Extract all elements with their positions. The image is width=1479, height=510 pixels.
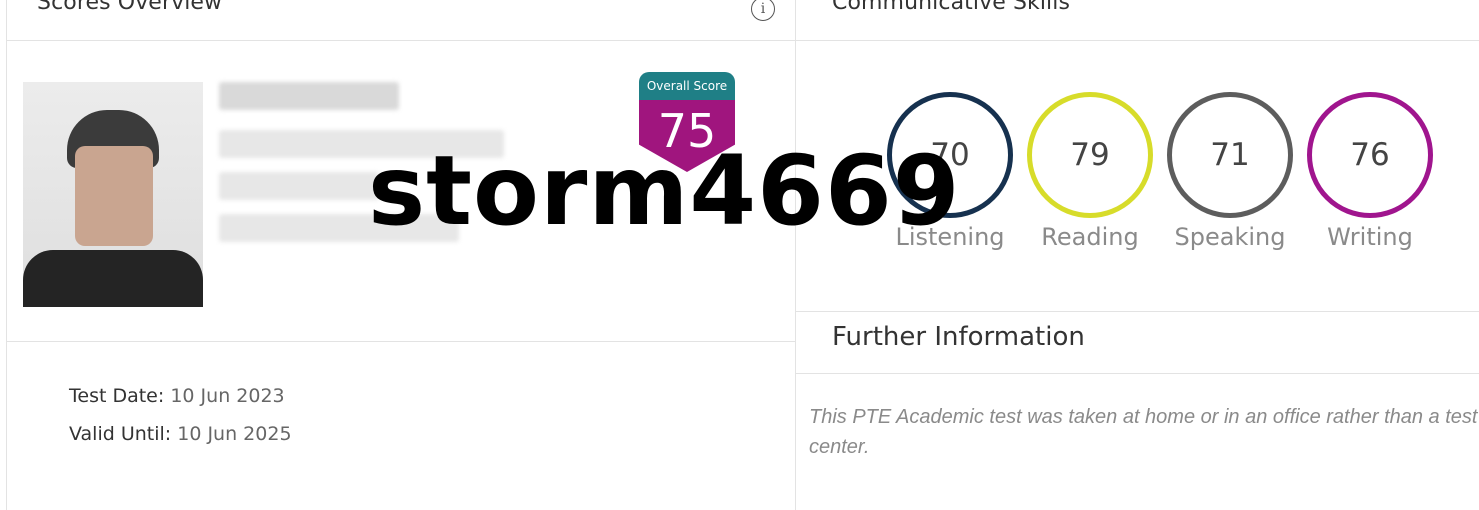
communicative-skills-title: Communicative Skills [832,0,1071,15]
test-date: Test Date: 10 Jun 2023 [69,385,285,407]
skill-reading: 79 Reading [1026,92,1154,251]
further-information-text: This PTE Academic test was taken at home… [809,406,1478,458]
skill-label: Writing [1327,223,1413,251]
divider [796,373,1479,374]
valid-until: Valid Until: 10 Jun 2025 [69,423,292,445]
skill-writing: 76 Writing [1306,92,1434,251]
divider [7,341,795,342]
skill-speaking: 71 Speaking [1166,92,1294,251]
scores-overview-panel: Scores Overview i Overall Score 75 Test … [6,0,796,510]
scores-overview-header: Scores Overview i [7,0,795,41]
further-information-title: Further Information [832,322,1085,352]
skill-score-ring: 76 [1307,92,1433,218]
redacted-candidate-detail [219,172,379,200]
watermark-text: storm4669 [368,135,961,247]
communicative-skills-panel: Communicative Skills 70 Listening 79 Rea… [796,0,1479,510]
skill-score-ring: 79 [1027,92,1153,218]
redacted-candidate-name [219,82,399,110]
skill-label: Speaking [1174,223,1286,251]
test-date-value: 10 Jun 2023 [170,385,285,407]
overall-score-label: Overall Score [639,72,735,100]
divider [796,311,1479,312]
valid-until-value: 10 Jun 2025 [177,423,292,445]
scores-overview-title: Scores Overview [37,0,223,15]
communicative-skills-header: Communicative Skills [796,0,1479,41]
test-date-label: Test Date: [69,385,165,407]
valid-until-label: Valid Until: [69,423,172,445]
skill-score-ring: 71 [1167,92,1293,218]
candidate-photo [23,82,203,307]
skill-label: Reading [1041,223,1139,251]
info-icon[interactable]: i [751,0,775,21]
